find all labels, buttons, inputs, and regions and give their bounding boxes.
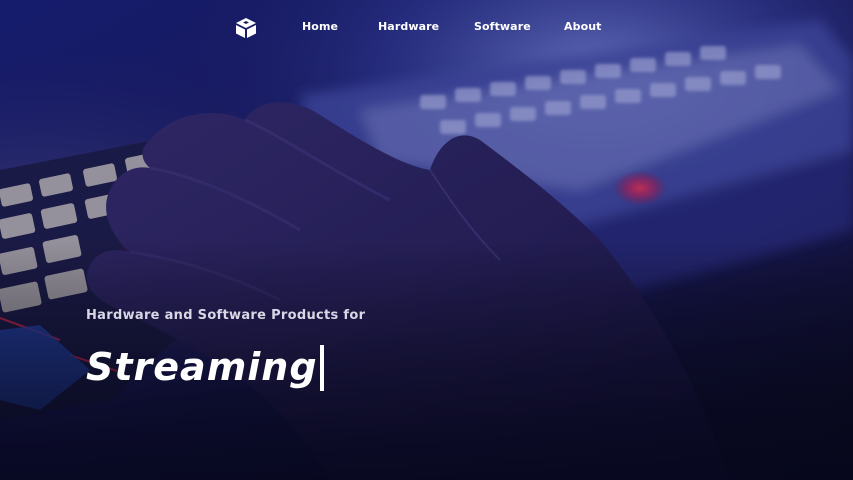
top-navbar: Home Hardware Software About xyxy=(0,0,853,54)
nav-home-link[interactable]: Home xyxy=(302,20,338,33)
hero-subtitle: Hardware and Software Products for xyxy=(86,308,366,323)
box-logo-icon[interactable] xyxy=(234,16,258,40)
nav-software-link[interactable]: Software xyxy=(474,20,531,33)
hero-section: Home Hardware Software About Hardware an… xyxy=(0,0,853,480)
nav-hardware-link[interactable]: Hardware xyxy=(378,20,439,33)
typing-cursor xyxy=(319,345,324,391)
typed-word: Streaming xyxy=(86,345,318,389)
hero-typed-heading: Streaming xyxy=(86,340,324,394)
nav-about-link[interactable]: About xyxy=(564,20,602,33)
background-image xyxy=(0,0,853,480)
